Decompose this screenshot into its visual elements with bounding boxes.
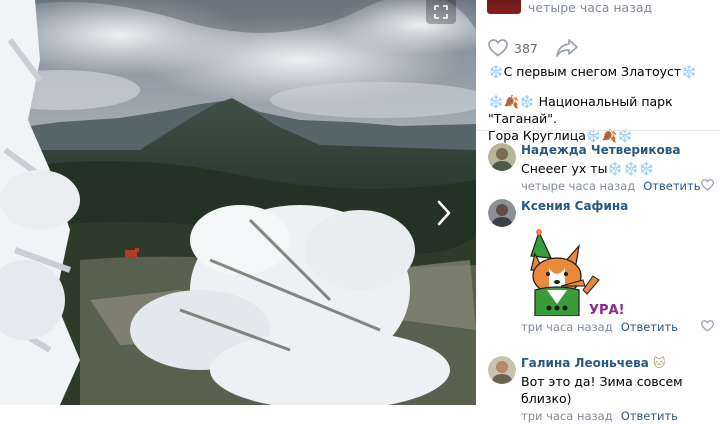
like-count: 387 [514, 40, 538, 56]
post-location: ❄️🍂❄️ Национальный парк "Таганай". [488, 94, 673, 126]
photo-viewer[interactable] [0, 0, 476, 405]
reply-button[interactable]: Ответить [643, 179, 700, 193]
heart-icon [488, 39, 508, 57]
comment-author[interactable]: Галина Леоньчева 🐱 [521, 356, 717, 371]
like-button[interactable]: 387 [488, 39, 538, 57]
post-actions: 387 [488, 38, 578, 58]
comment-author[interactable]: Ксения Сафина [521, 199, 717, 214]
comment-time[interactable]: три часа назад [521, 409, 613, 423]
sticker-text: УРА! [589, 303, 625, 316]
corgi-sticker: УРА! [530, 229, 625, 316]
comment-author[interactable]: Надежда Четверикова [521, 143, 717, 158]
comment-meta: четыре часа назад Ответить [521, 179, 717, 194]
comment-meta: три часа назад Ответить [521, 409, 717, 424]
comment-text: Вот это да! Зима совсем близко) [521, 374, 683, 406]
cat-icon: 🐱 [653, 356, 666, 370]
share-icon [556, 39, 578, 57]
community-avatar[interactable] [487, 0, 521, 14]
divider [476, 130, 720, 131]
reply-button[interactable]: Ответить [621, 409, 678, 423]
reply-button[interactable]: Ответить [621, 320, 678, 334]
share-button[interactable] [556, 39, 578, 57]
comment-time[interactable]: три часа назад [521, 320, 613, 334]
heart-icon[interactable] [701, 320, 714, 332]
expand-icon [434, 5, 448, 19]
post-panel: четыре часа назад 387 ❄️С первым снегом … [476, 0, 720, 423]
heart-icon[interactable] [701, 179, 714, 191]
comment-meta: три часа назад Ответить [521, 320, 717, 335]
next-photo-button[interactable] [428, 196, 460, 230]
avatar[interactable] [488, 199, 516, 227]
avatar[interactable] [488, 143, 516, 171]
chevron-right-icon [437, 200, 451, 226]
post-text: ❄️С первым снегом Златоуст❄️ ❄️🍂❄️ Нацио… [488, 63, 716, 144]
avatar[interactable] [488, 356, 516, 384]
mountain-photo [0, 0, 476, 405]
expand-button[interactable] [426, 0, 456, 24]
post-time[interactable]: четыре часа назад [528, 0, 652, 15]
comment-text: Снееег ух ты❄️❄️❄️ [521, 161, 655, 176]
post-title: ❄️С первым снегом Златоуст❄️ [488, 64, 697, 79]
comment-time[interactable]: четыре часа назад [521, 179, 635, 193]
